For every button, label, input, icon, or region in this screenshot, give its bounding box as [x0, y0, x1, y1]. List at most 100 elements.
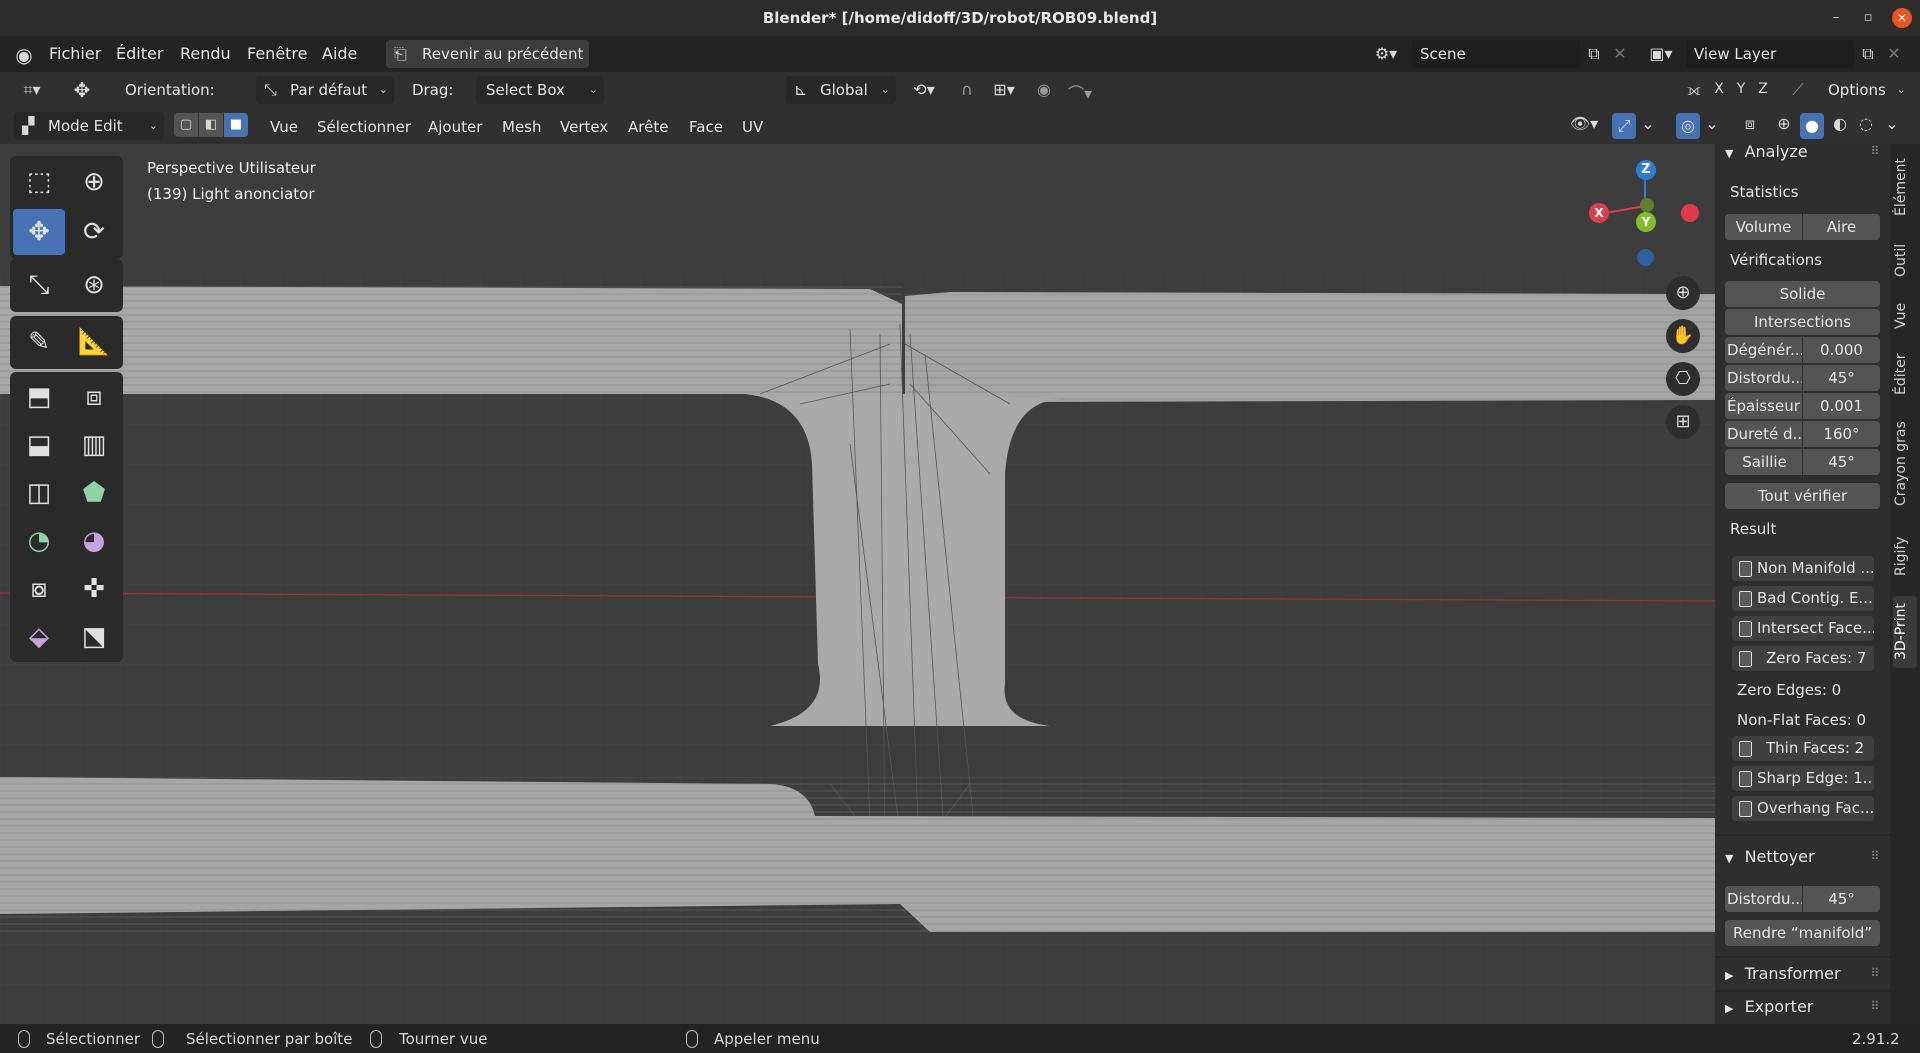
tab-item[interactable]: Élément: [1893, 152, 1917, 222]
blender-logo-icon[interactable]: ◉: [12, 43, 36, 67]
back-to-previous-button[interactable]: ⎗ Revenir au précédent: [386, 40, 589, 68]
gizmo-z-axis[interactable]: Z: [1636, 160, 1656, 180]
header-menu-edge[interactable]: Arête: [622, 114, 674, 140]
transform-tool-icon[interactable]: ⊛: [68, 262, 120, 308]
volume-button[interactable]: Volume: [1725, 214, 1802, 240]
options-dropdown[interactable]: Options ⌄: [1818, 76, 1912, 104]
pivot-point-icon[interactable]: ⟲▾: [904, 80, 944, 99]
orientation-dropdown[interactable]: ⤡ Par défaut ⌄: [256, 76, 394, 104]
solid-shading-icon[interactable]: ●: [1800, 113, 1824, 139]
gizmo-y-axis[interactable]: Y: [1636, 212, 1656, 232]
header-menu-face[interactable]: Face: [683, 114, 729, 140]
solid-check-button[interactable]: Solide: [1725, 281, 1880, 307]
xray-toggle-icon[interactable]: ⧈: [1738, 114, 1762, 134]
tab-3d-print[interactable]: 3D-Print: [1893, 596, 1917, 668]
distort-check-button[interactable]: Distordu...: [1725, 365, 1802, 391]
overhang-row[interactable]: Saillie 45°: [1725, 449, 1880, 475]
rotate-tool-icon[interactable]: ⟳: [68, 209, 120, 255]
drag-dropdown[interactable]: Select Box ⌄: [476, 76, 604, 104]
result-thin-faces-button[interactable]: Thin Faces: 2: [1732, 736, 1874, 761]
gizmo-toggle-icon[interactable]: ⤢: [1612, 113, 1636, 139]
pan-hand-icon[interactable]: ✋: [1666, 319, 1700, 353]
menu-window[interactable]: Fenêtre: [247, 44, 308, 63]
analyze-panel-header[interactable]: ▼ Analyze: [1725, 142, 1808, 161]
header-menu-uv[interactable]: UV: [736, 114, 769, 140]
overhang-check-button[interactable]: Saillie: [1725, 449, 1802, 475]
cleanup-distort-value[interactable]: 45°: [1803, 886, 1880, 912]
cleanup-distort-row[interactable]: Distordu... 45°: [1725, 886, 1880, 912]
knife-tool-icon[interactable]: ◫: [13, 470, 65, 516]
drag-handle-icon[interactable]: ⠿: [1865, 966, 1885, 980]
rip-tool-icon[interactable]: ⬔: [68, 614, 120, 660]
maximize-icon[interactable]: ▫: [1858, 8, 1878, 28]
cleanup-panel-header[interactable]: ▼ Nettoyer: [1725, 847, 1815, 866]
shear-tool-icon[interactable]: ⬙: [13, 614, 65, 660]
inset-tool-icon[interactable]: ⧈: [68, 374, 120, 420]
tab-edit[interactable]: Éditer: [1893, 348, 1917, 400]
material-shading-icon[interactable]: ◐: [1828, 114, 1852, 133]
degenerate-row[interactable]: Dégénér... 0.000: [1725, 337, 1880, 363]
loop-cut-tool-icon[interactable]: ▥: [68, 422, 120, 468]
tab-view[interactable]: Vue: [1893, 296, 1917, 336]
result-non-manifold-button[interactable]: Non Manifold ...: [1732, 556, 1874, 581]
annotate-tool-icon[interactable]: ✎: [13, 319, 65, 365]
zoom-icon[interactable]: ⊕: [1666, 276, 1700, 310]
minimize-icon[interactable]: –: [1826, 8, 1846, 28]
gizmo-neg-x-dot[interactable]: [1681, 204, 1699, 222]
sharpness-check-button[interactable]: Dureté d...: [1725, 421, 1802, 447]
edge-select-icon[interactable]: ◧: [199, 113, 223, 137]
rendered-shading-icon[interactable]: ◌: [1854, 114, 1878, 133]
transform-orientation-dropdown[interactable]: ⊾ Global ⌄: [786, 76, 896, 104]
wireframe-shading-icon[interactable]: ⊕: [1772, 114, 1796, 133]
mirror-icon[interactable]: ⟗: [1682, 80, 1706, 100]
gizmo-x-axis[interactable]: X: [1589, 203, 1609, 223]
overhang-value-field[interactable]: 45°: [1803, 449, 1880, 475]
tab-grease-pencil[interactable]: Crayon gras: [1893, 412, 1917, 516]
spin-tool-icon[interactable]: ◔: [13, 518, 65, 564]
transform-affect-icon[interactable]: ⌗▾: [12, 80, 52, 100]
falloff-icon[interactable]: ⌒▾: [1060, 80, 1100, 104]
gizmo-neg-z-dot[interactable]: [1637, 249, 1654, 266]
sharpness-row[interactable]: Dureté d... 160°: [1725, 421, 1880, 447]
tab-tool[interactable]: Outil: [1893, 236, 1917, 284]
extrude-tool-icon[interactable]: ⬒: [13, 374, 65, 420]
intersections-check-button[interactable]: Intersections: [1725, 309, 1880, 335]
new-scene-icon[interactable]: ⧉: [1582, 44, 1606, 64]
degenerate-check-button[interactable]: Dégénér...: [1725, 337, 1802, 363]
smooth-tool-icon[interactable]: ◕: [68, 518, 120, 564]
menu-help[interactable]: Aide: [322, 44, 357, 63]
thickness-value-field[interactable]: 0.001: [1803, 393, 1880, 419]
mirror-x-toggle[interactable]: X: [1710, 81, 1728, 97]
header-menu-mesh[interactable]: Mesh: [496, 114, 548, 140]
poly-build-tool-icon[interactable]: ⬟: [68, 470, 120, 516]
vertex-select-icon[interactable]: ▢: [174, 113, 198, 137]
result-overhang-button[interactable]: Overhang Fac...: [1732, 796, 1874, 821]
tab-rigify[interactable]: Rigify: [1893, 528, 1917, 584]
move-tool-button[interactable]: ✥: [13, 209, 65, 255]
result-sharp-edge-button[interactable]: Sharp Edge: 1...: [1732, 766, 1874, 791]
new-view-layer-icon[interactable]: ⧉: [1856, 44, 1880, 64]
gizmo-neg-y-dot[interactable]: [1640, 198, 1654, 212]
area-button[interactable]: Aire: [1803, 214, 1880, 240]
header-menu-select[interactable]: Sélectionner: [311, 114, 417, 140]
chevron-down-icon[interactable]: ⌄: [1884, 114, 1900, 133]
mirror-z-toggle[interactable]: Z: [1754, 81, 1772, 97]
result-intersect-faces-button[interactable]: Intersect Face...: [1732, 616, 1874, 641]
scene-name-field[interactable]: Scene: [1412, 40, 1580, 68]
make-manifold-button[interactable]: Rendre “manifold”: [1725, 920, 1880, 946]
distort-row[interactable]: Distordu... 45°: [1725, 365, 1880, 391]
degenerate-value-field[interactable]: 0.000: [1803, 337, 1880, 363]
close-icon[interactable]: ✕: [1892, 8, 1912, 28]
transform-panel-header[interactable]: ▶ Transformer: [1725, 964, 1841, 983]
bevel-tool-icon[interactable]: ⬓: [13, 422, 65, 468]
visibility-eye-icon[interactable]: 👁▾: [1564, 114, 1604, 133]
thickness-check-button[interactable]: Épaisseur: [1725, 393, 1802, 419]
sharpness-value-field[interactable]: 160°: [1803, 421, 1880, 447]
edge-slide-tool-icon[interactable]: ⧇: [13, 566, 65, 612]
menu-edit[interactable]: Éditer: [116, 44, 163, 63]
menu-render[interactable]: Rendu: [180, 44, 231, 63]
result-bad-contig-button[interactable]: Bad Contig. E...: [1732, 586, 1874, 611]
interaction-mode-dropdown[interactable]: ▞ Mode Edit ⌄: [14, 112, 164, 140]
header-menu-view[interactable]: Vue: [264, 114, 304, 140]
export-panel-header[interactable]: ▶ Exporter: [1725, 997, 1813, 1016]
